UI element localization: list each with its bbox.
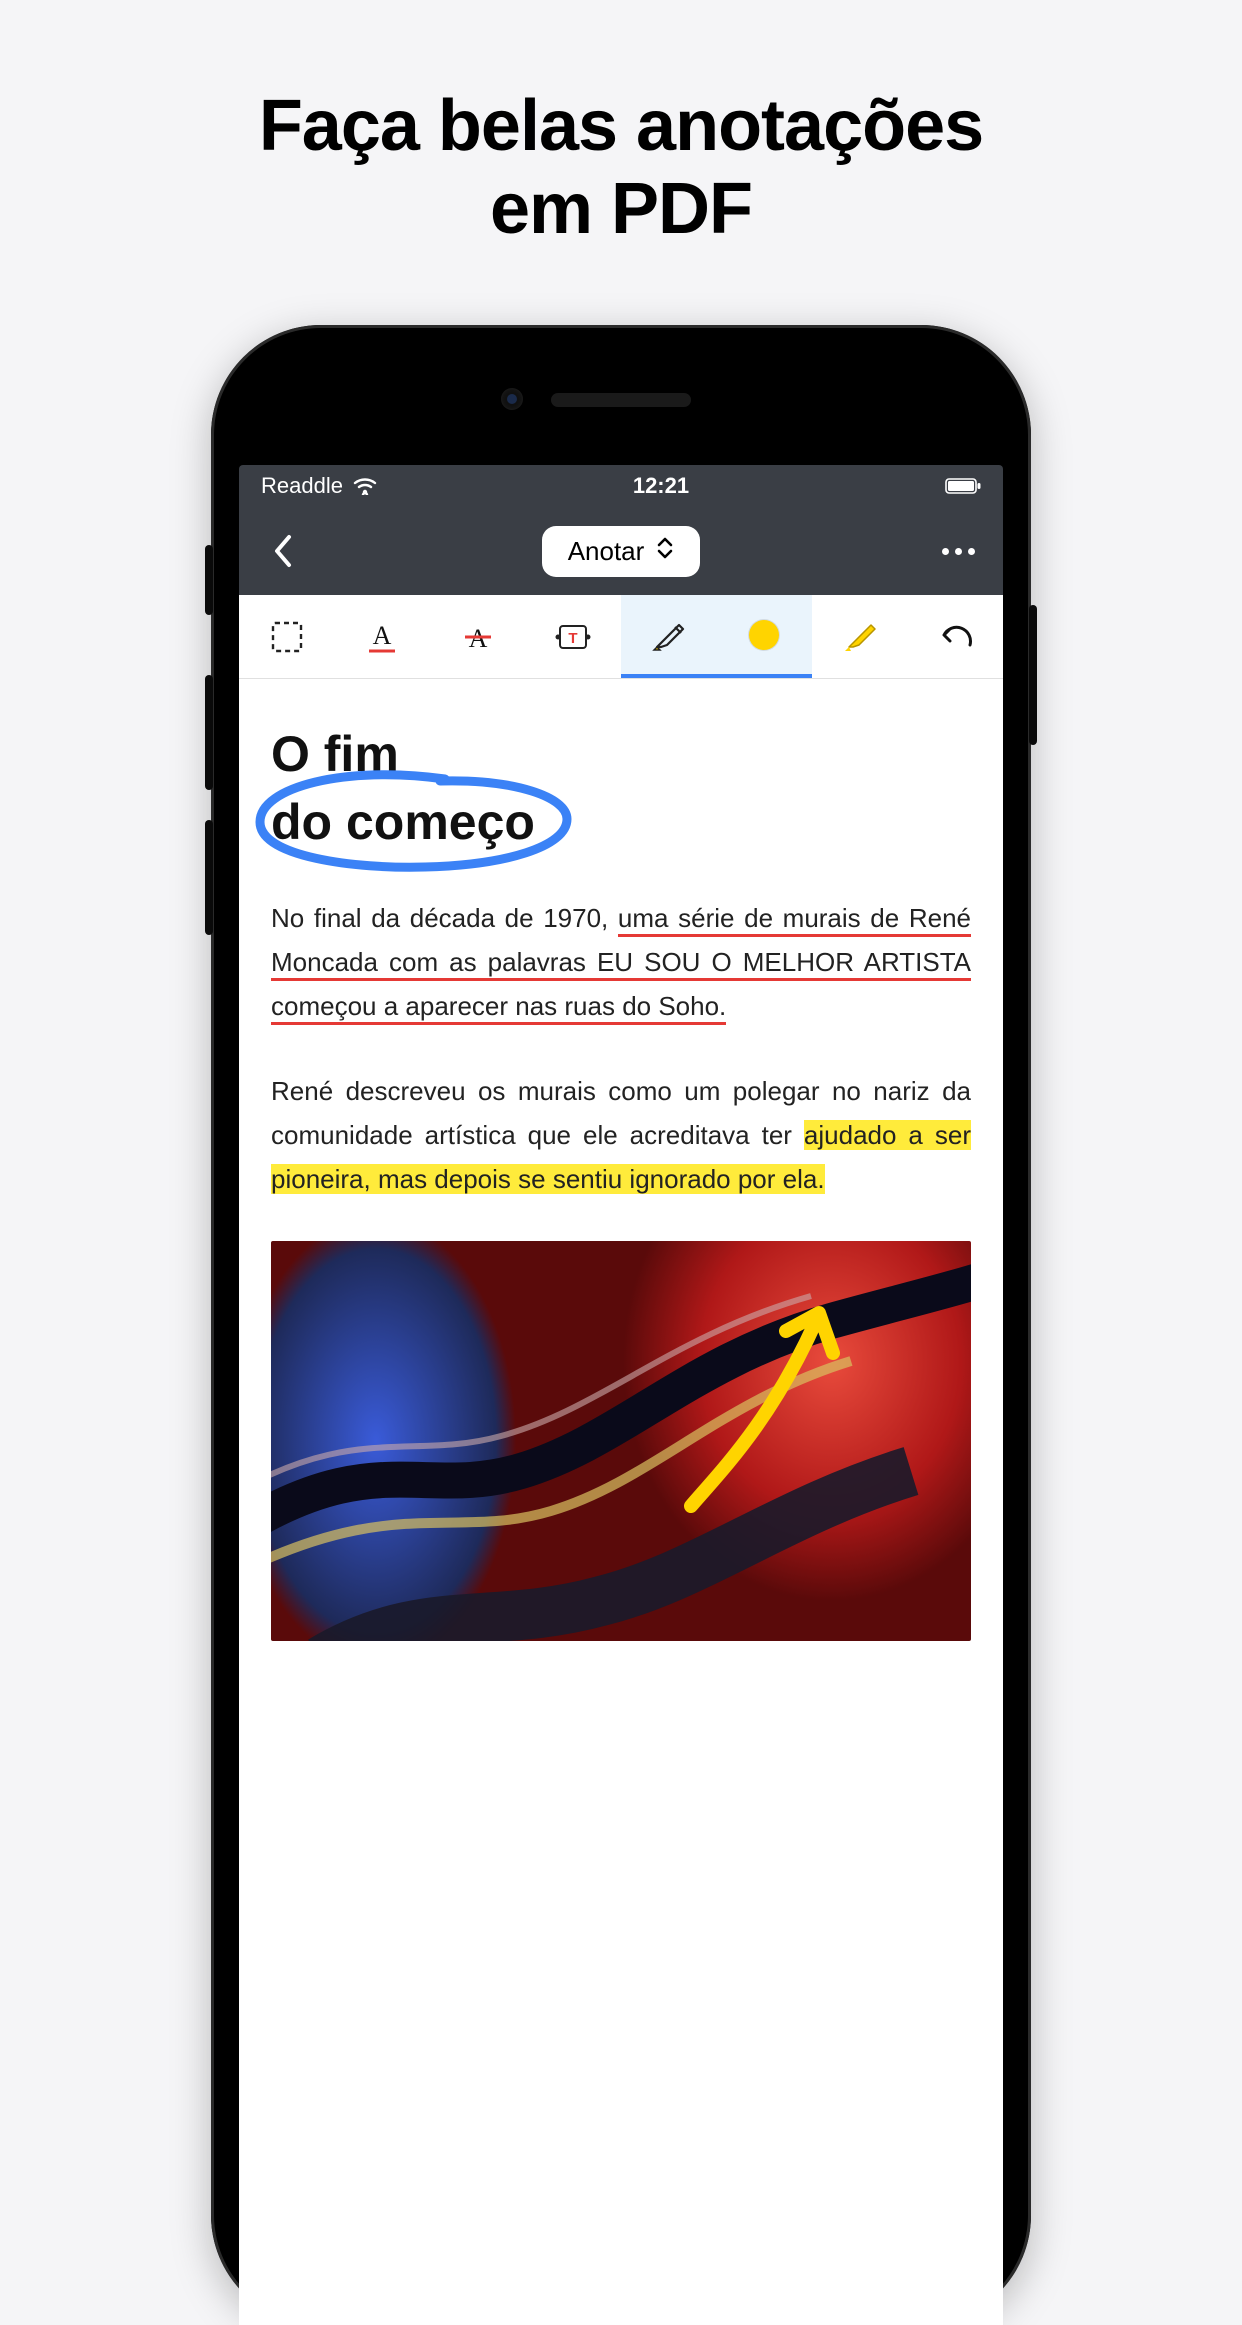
mode-selector[interactable]: Anotar	[542, 526, 701, 577]
tool-highlighter-marker[interactable]	[812, 595, 908, 678]
paragraph-2: René descreveu os murais como um polegar…	[271, 1069, 971, 1202]
color-circle-icon	[749, 620, 779, 650]
nav-bar: Anotar	[239, 507, 1003, 595]
promo-line1: Faça belas anotações	[259, 86, 983, 166]
tool-strikethrough[interactable]: A	[430, 595, 526, 678]
tool-undo[interactable]	[908, 595, 1004, 678]
promo-line2: em PDF	[490, 169, 752, 249]
heading-line2: do começo	[271, 794, 535, 850]
para1-plain: No final da década de 1970,	[271, 903, 618, 933]
more-button[interactable]	[937, 529, 981, 573]
tool-underline[interactable]: A	[335, 595, 431, 678]
dot-icon	[942, 548, 949, 555]
svg-text:T: T	[569, 630, 578, 647]
phone-volume-down	[205, 820, 213, 935]
phone-volume-up	[205, 675, 213, 790]
phone-power-button	[1029, 605, 1037, 745]
phone-frame: Readdle 12:21	[211, 325, 1031, 2325]
wifi-icon	[353, 477, 377, 495]
status-bar: Readdle 12:21	[239, 465, 1003, 507]
phone-front-camera	[501, 388, 523, 410]
phone-mute-switch	[205, 545, 213, 615]
phone-earpiece	[551, 393, 691, 407]
mode-label: Anotar	[568, 536, 645, 567]
back-button[interactable]	[261, 529, 305, 573]
heading-line1: O fim	[271, 726, 399, 782]
document-heading: O fim do começo	[271, 721, 971, 856]
promo-headline: Faça belas anotações em PDF	[0, 0, 1242, 251]
carrier-label: Readdle	[261, 473, 343, 499]
arrow-annotation[interactable]	[661, 1261, 881, 1521]
battery-icon	[945, 477, 981, 495]
annotation-toolbar: A A T	[239, 595, 1003, 679]
document-view[interactable]: O fim do começo No final da década de 19…	[239, 679, 1003, 2325]
tool-color-swatch[interactable]	[717, 595, 813, 678]
dot-icon	[968, 548, 975, 555]
screen: Readdle 12:21	[239, 465, 1003, 2325]
tool-highlighter-pen[interactable]	[621, 595, 717, 678]
tool-select-area[interactable]	[239, 595, 335, 678]
clock: 12:21	[633, 473, 689, 499]
updown-chevron-icon	[656, 536, 674, 567]
tool-text-box[interactable]: T	[526, 595, 622, 678]
document-image	[271, 1241, 971, 1641]
svg-text:A: A	[373, 621, 392, 650]
paragraph-1: No final da década de 1970, uma série de…	[271, 896, 971, 1029]
dot-icon	[955, 548, 962, 555]
